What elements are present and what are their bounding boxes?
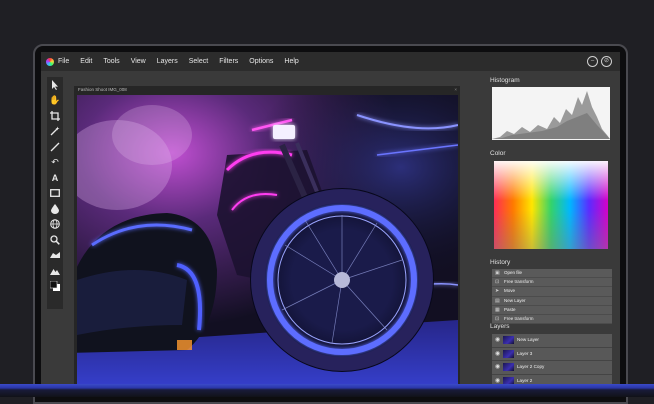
close-icon[interactable]: ⊘ xyxy=(601,56,612,67)
eye-icon[interactable]: ◉ xyxy=(495,361,500,374)
menu-tools[interactable]: Tools xyxy=(103,58,119,65)
color-swatch-icon[interactable] xyxy=(48,279,62,295)
layer-row[interactable]: ◉ Layer 2 Copy xyxy=(492,361,612,375)
app-window: File Edit Tools View Layers Select Filte… xyxy=(41,52,620,384)
menu-options[interactable]: Options xyxy=(249,58,273,65)
laptop-base-glow xyxy=(0,384,654,397)
history-item[interactable]: ▦ Paste xyxy=(492,306,612,315)
file-icon: ▣ xyxy=(495,270,500,276)
drop-icon[interactable] xyxy=(48,201,62,217)
menu-edit[interactable]: Edit xyxy=(80,58,92,65)
history-item[interactable]: ⊡ Free transform xyxy=(492,278,612,288)
layer-row[interactable]: ◉ New Layer xyxy=(492,334,612,348)
history-item[interactable]: ▤ New Layer xyxy=(492,297,612,306)
document-title-bar: Fashion Shoot IMG_008 × xyxy=(74,86,460,94)
rectangle-icon[interactable] xyxy=(48,186,62,202)
layer-icon: ▤ xyxy=(495,297,500,304)
history-panel-title: History xyxy=(490,259,511,266)
color-picker-spectrum[interactable] xyxy=(494,161,608,249)
eye-icon[interactable]: ◉ xyxy=(495,348,500,361)
history-item[interactable]: ➤ Move xyxy=(492,287,612,297)
layers-panel-title: Layers xyxy=(490,323,510,330)
window-controls: – ⊘ xyxy=(587,56,612,67)
globe-icon[interactable] xyxy=(48,217,62,233)
layer-name: Layer 3 xyxy=(517,350,533,356)
menu-filters[interactable]: Filters xyxy=(219,58,238,65)
hand-icon[interactable]: ✋ xyxy=(48,93,62,109)
menu-select[interactable]: Select xyxy=(189,58,208,65)
crop-icon[interactable] xyxy=(48,108,62,124)
layer-name: Layer 2 xyxy=(517,377,533,383)
histogram-panel-title: Histogram xyxy=(490,77,520,84)
transform-icon: ⊡ xyxy=(495,279,500,286)
document-close-icon[interactable]: × xyxy=(454,86,457,94)
histogram-chart xyxy=(492,87,610,140)
paste-icon: ▦ xyxy=(495,306,500,313)
undo-icon[interactable]: ↶ xyxy=(48,155,62,171)
layer-thumbnail xyxy=(503,376,514,384)
mountain-icon[interactable] xyxy=(48,263,62,279)
transform-icon: ⊡ xyxy=(495,315,500,322)
line-icon[interactable] xyxy=(48,139,62,155)
history-list: ▣ Open file ⊡ Free transform ➤ Move ▤ New La… xyxy=(492,269,612,325)
layer-name: New Layer xyxy=(517,337,539,342)
text-icon[interactable]: A xyxy=(48,170,62,186)
smudge-icon[interactable] xyxy=(48,248,62,264)
document-window: Fashion Shoot IMG_008 × xyxy=(74,86,460,384)
layer-row[interactable]: ◉ Layer 2 xyxy=(492,374,612,385)
history-item[interactable]: ▣ Open file xyxy=(492,269,612,279)
move-icon: ➤ xyxy=(495,288,500,295)
layer-thumbnail xyxy=(503,336,514,344)
eye-icon[interactable]: ◉ xyxy=(495,334,500,347)
layers-list: ◉ New Layer ◉ Layer 3 ◉ Layer 2 Copy ◉ L… xyxy=(492,334,612,384)
zoom-icon[interactable] xyxy=(48,232,62,248)
color-panel-title: Color xyxy=(490,150,506,157)
menu-view[interactable]: View xyxy=(131,58,146,65)
photo-canvas[interactable] xyxy=(77,95,458,384)
tool-panel: ✋ ↶ A xyxy=(47,77,63,309)
pointer-icon[interactable] xyxy=(48,77,62,93)
layer-thumbnail xyxy=(503,349,514,358)
document-title: Fashion Shoot IMG_008 xyxy=(78,87,127,92)
minimize-icon[interactable]: – xyxy=(587,56,598,67)
layer-row[interactable]: ◉ Layer 3 xyxy=(492,347,612,361)
menu-layers[interactable]: Layers xyxy=(157,58,178,65)
layer-name: Layer 2 Copy xyxy=(517,364,545,369)
menu-help[interactable]: Help xyxy=(284,58,298,65)
history-item[interactable]: ⊡ Free transform xyxy=(492,315,612,325)
eye-icon[interactable]: ◉ xyxy=(495,375,500,385)
magic-wand-icon[interactable] xyxy=(48,124,62,140)
menu-file[interactable]: File xyxy=(58,58,69,65)
app-logo-icon xyxy=(46,57,54,66)
menu-bar: File Edit Tools View Layers Select Filte… xyxy=(41,52,620,71)
layer-thumbnail xyxy=(503,363,514,371)
